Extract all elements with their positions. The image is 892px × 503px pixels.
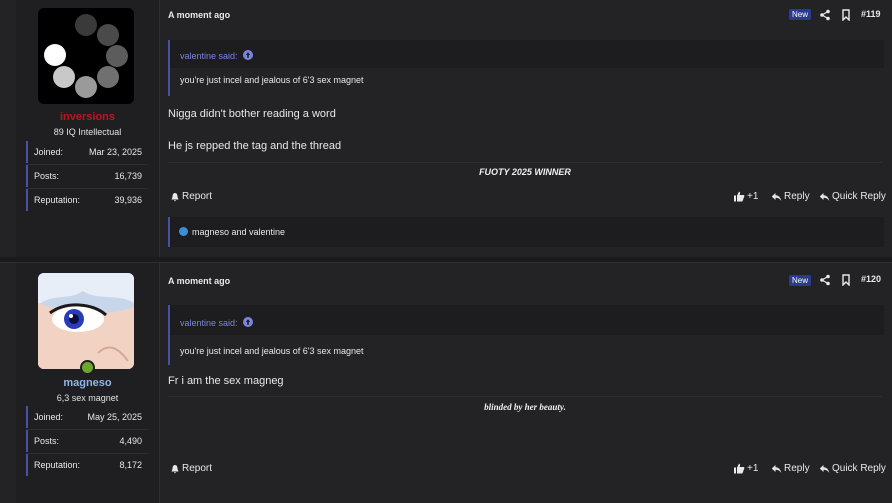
post-main: A moment ago New #120 valentine said: yo…	[160, 263, 892, 503]
stat-value: 8,172	[119, 460, 142, 470]
stat-label: Joined:	[34, 412, 64, 422]
report-label: Report	[182, 191, 213, 202]
like-button[interactable]: +1	[733, 463, 758, 474]
reply-icon	[771, 464, 782, 473]
reply-button[interactable]: Reply	[771, 191, 810, 202]
post-line-1: Nigga didn't bother reading a word	[168, 108, 336, 120]
reply-all-icon	[819, 464, 830, 473]
quote-author-label: valentine said:	[180, 318, 238, 328]
quick-reply-button[interactable]: Quick Reply	[819, 463, 886, 474]
share-icon[interactable]	[819, 9, 831, 21]
quick-reply-label: Quick Reply	[832, 463, 886, 474]
reply-label: Reply	[784, 463, 810, 474]
stat-joined: Joined: Mar 23, 2025	[26, 141, 148, 163]
signature: FUOTY 2025 WINNER	[479, 167, 571, 177]
post-main: A moment ago New #119 valentine said: yo…	[160, 0, 892, 257]
arrow-up-circle-icon	[243, 317, 254, 327]
bell-icon	[171, 464, 179, 473]
new-badge: New	[789, 9, 812, 20]
user-sidebar: magneso 6,3 sex magnet Joined: May 25, 2…	[16, 263, 160, 503]
like-button[interactable]: +1	[733, 191, 758, 202]
reply-button[interactable]: Reply	[771, 463, 810, 474]
bookmark-icon[interactable]	[840, 9, 852, 21]
signature: blinded by her beauty.	[484, 402, 566, 412]
bell-icon	[171, 192, 179, 201]
avatar[interactable]	[38, 273, 134, 369]
quote-text: you're just incel and jealous of 6'3 sex…	[180, 346, 364, 356]
stat-posts: Posts: 4,490	[26, 430, 148, 452]
quick-reply-button[interactable]: Quick Reply	[819, 191, 886, 202]
reactions-text: magneso and valentine	[192, 227, 286, 237]
thumbs-up-icon	[734, 463, 745, 474]
signature-divider	[168, 396, 882, 397]
report-button[interactable]: Report	[170, 191, 212, 202]
quick-reply-label: Quick Reply	[832, 191, 886, 202]
quote-author-label: valentine said:	[180, 51, 238, 61]
share-icon[interactable]	[819, 274, 831, 286]
stat-joined: Joined: May 25, 2025	[26, 406, 148, 428]
quote-author[interactable]: valentine said:	[180, 317, 254, 328]
post-number[interactable]: #119	[861, 9, 881, 19]
post-number[interactable]: #120	[861, 274, 881, 284]
user-title: 6,3 sex magnet	[56, 393, 119, 403]
avatar[interactable]	[38, 8, 134, 104]
quote-block: valentine said: you're just incel and je…	[168, 40, 884, 96]
report-button[interactable]: Report	[170, 463, 212, 474]
stat-label: Reputation:	[34, 195, 81, 205]
report-label: Report	[182, 463, 213, 474]
like-count: +1	[747, 191, 759, 202]
post-119: inversions 89 IQ Intellectual Joined: Ma…	[0, 0, 892, 257]
reply-icon	[771, 192, 782, 201]
stat-reputation: Reputation: 39,936	[26, 189, 148, 211]
reactions-bar[interactable]: magneso and valentine	[168, 217, 884, 247]
bookmark-icon[interactable]	[840, 274, 852, 286]
username[interactable]: inversions	[16, 111, 159, 123]
post-120: magneso 6,3 sex magnet Joined: May 25, 2…	[0, 262, 892, 503]
stat-reputation: Reputation: 8,172	[26, 454, 148, 476]
user-sidebar: inversions 89 IQ Intellectual Joined: Ma…	[16, 0, 160, 257]
signature-divider	[168, 162, 882, 163]
stat-posts: Posts: 16,739	[26, 165, 148, 187]
like-reaction-icon	[179, 227, 188, 236]
quote-author[interactable]: valentine said:	[180, 50, 254, 61]
reply-label: Reply	[784, 191, 810, 202]
stat-label: Posts:	[34, 436, 60, 446]
quote-body: you're just incel and jealous of 6'3 sex…	[170, 335, 884, 365]
new-badge: New	[789, 275, 812, 286]
post-time[interactable]: A moment ago	[168, 10, 230, 20]
user-title: 89 IQ Intellectual	[53, 127, 122, 137]
post-line-2: He js repped the tag and the thread	[168, 140, 342, 152]
quote-body: you're just incel and jealous of 6'3 sex…	[170, 68, 884, 96]
thumbs-up-icon	[734, 191, 745, 202]
stat-value: 4,490	[119, 436, 142, 446]
post-time[interactable]: A moment ago	[168, 276, 230, 286]
username[interactable]: magneso	[16, 377, 159, 389]
arrow-up-circle-icon	[243, 50, 254, 60]
like-count: +1	[747, 463, 759, 474]
stat-value: May 25, 2025	[87, 412, 142, 422]
stat-value: 39,936	[114, 195, 142, 205]
quote-text: you're just incel and jealous of 6'3 sex…	[180, 75, 364, 85]
reply-all-icon	[819, 192, 830, 201]
stat-label: Reputation:	[34, 460, 81, 470]
stat-label: Posts:	[34, 171, 60, 181]
stat-value: 16,739	[114, 171, 142, 181]
anime-avatar-image	[38, 273, 134, 369]
stat-label: Joined:	[34, 147, 64, 157]
post-line-1: Fr i am the sex magneg	[168, 375, 284, 387]
online-status-icon	[80, 360, 95, 375]
quote-block: valentine said: you're just incel and je…	[168, 305, 884, 365]
stat-value: Mar 23, 2025	[88, 147, 142, 157]
loading-spinner-icon	[44, 14, 128, 98]
